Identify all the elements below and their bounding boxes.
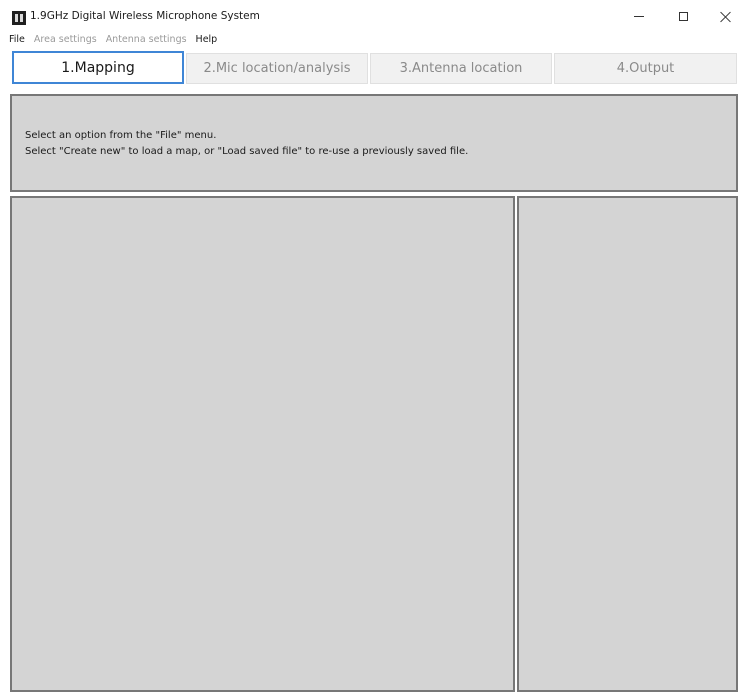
tab-antenna-location[interactable]: 3.Antenna location <box>370 53 552 84</box>
map-area[interactable] <box>10 196 515 692</box>
menu-help[interactable]: Help <box>196 34 218 45</box>
minimize-icon <box>634 16 644 17</box>
instruction-line-1: Select an option from the "File" menu. <box>25 130 217 141</box>
close-button[interactable] <box>703 0 745 33</box>
side-panel <box>517 196 738 692</box>
menu-bar: File Area settings Antenna settings Help <box>0 32 745 46</box>
maximize-button[interactable] <box>660 0 706 33</box>
minimize-button[interactable] <box>616 0 662 33</box>
menu-antenna-settings[interactable]: Antenna settings <box>106 34 187 45</box>
app-logo-icon <box>12 11 26 25</box>
instruction-line-2: Select "Create new" to load a map, or "L… <box>25 146 469 157</box>
step-tabs: 1.Mapping 2.Mic location/analysis 3.Ante… <box>8 50 738 86</box>
menu-area-settings[interactable]: Area settings <box>34 34 97 45</box>
maximize-icon <box>678 12 688 21</box>
tab-mapping[interactable]: 1.Mapping <box>12 51 184 84</box>
window-title: 1.9GHz Digital Wireless Microphone Syste… <box>30 10 260 22</box>
instruction-panel: Select an option from the "File" menu. S… <box>10 94 738 192</box>
tab-output[interactable]: 4.Output <box>554 53 737 84</box>
menu-file[interactable]: File <box>9 34 25 45</box>
title-bar: 1.9GHz Digital Wireless Microphone Syste… <box>0 0 745 33</box>
tab-mic-location-analysis[interactable]: 2.Mic location/analysis <box>186 53 368 84</box>
close-icon <box>720 11 732 23</box>
